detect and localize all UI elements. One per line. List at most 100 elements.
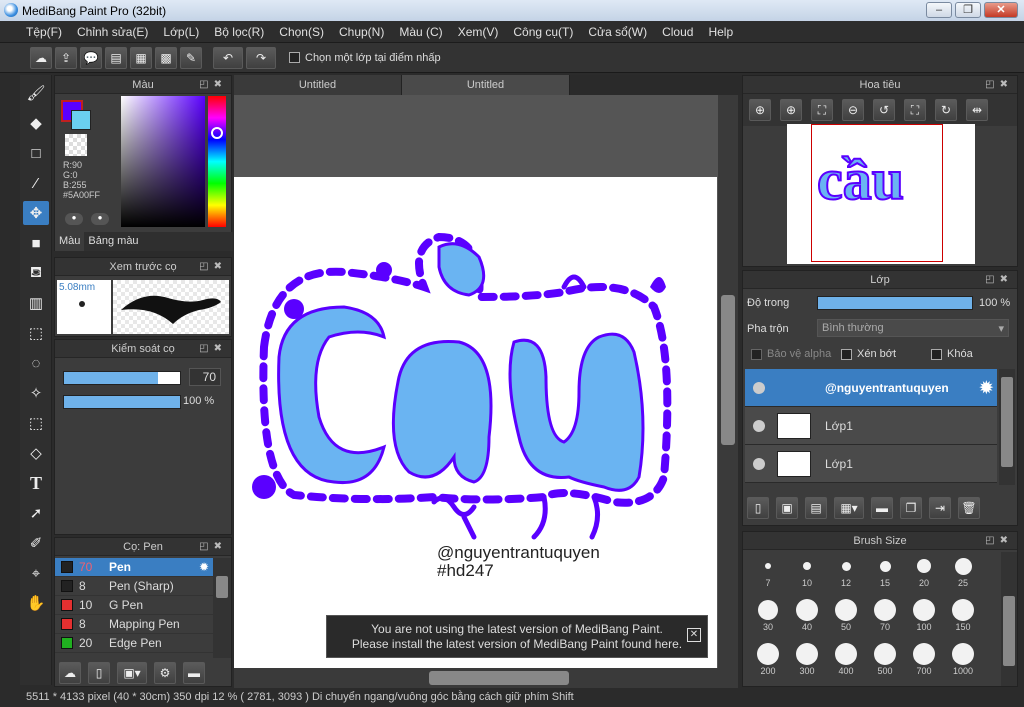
brush-item[interactable]: 20 Edge Pen [55, 634, 213, 653]
navigator-thumbnail[interactable]: cầu [787, 124, 975, 264]
flip-icon[interactable]: ⇹ [966, 99, 988, 121]
brush-size-option[interactable]: 20 [907, 554, 941, 588]
brush-size-option[interactable]: 7 [751, 554, 785, 588]
brush-size-option[interactable]: 12 [829, 554, 863, 588]
zoom-plus-icon[interactable]: ⊕ [780, 99, 802, 121]
canvas-area[interactable]: @nguyentrantuquyen #hd247 [234, 95, 728, 668]
tab-untitled-1[interactable]: Untitled [234, 75, 402, 95]
select-layer-on-click-option[interactable]: Chọn một lớp tại điểm nhấp [289, 52, 441, 64]
lasso-icon[interactable]: ◌ [23, 351, 49, 375]
new-8bit-layer-icon[interactable]: ▤ [805, 497, 827, 519]
rectangle-tool-icon[interactable]: □ [23, 141, 49, 165]
brush-cloud-icon[interactable]: ☁ [59, 662, 81, 684]
brush-size-option[interactable]: 400 [829, 642, 863, 676]
panel-buttons[interactable]: ◰✖ [199, 258, 227, 276]
layer-item[interactable]: Lớp1 [745, 445, 997, 483]
select-pen-icon[interactable]: ⬚ [23, 411, 49, 435]
menu-cloud[interactable]: Cloud [662, 25, 693, 39]
brush-settings-icon[interactable]: ⚙ [154, 662, 176, 684]
panel-buttons[interactable]: ◰✖ [985, 76, 1013, 94]
panel-buttons[interactable]: ◰✖ [199, 340, 227, 358]
eraser-tool-icon[interactable]: ◆ [23, 111, 49, 135]
menu-window[interactable]: Cửa sổ(W) [588, 25, 647, 39]
brush-size-option[interactable]: 50 [829, 598, 863, 632]
layer-settings-gear-icon[interactable]: ✹ [980, 378, 993, 398]
edit-icon[interactable]: ✎ [180, 46, 202, 69]
protect-alpha-option[interactable]: Bảo vệ alpha [751, 348, 831, 360]
canvas-vertical-scrollbar[interactable] [718, 95, 738, 668]
new-folder-icon[interactable]: ▬ [871, 497, 893, 519]
brush-item[interactable]: 8 Pen (Sharp) [55, 577, 213, 596]
divide-tool-icon[interactable]: ✐ [23, 531, 49, 555]
magic-wand-icon[interactable]: ✧ [23, 381, 49, 405]
lock-option[interactable]: Khóa [931, 348, 973, 360]
secondary-color-swatch[interactable] [71, 110, 91, 130]
select-rectangle-icon[interactable]: ⬚ [23, 321, 49, 345]
brush-item[interactable]: 10 G Pen [55, 596, 213, 615]
transparent-swatch[interactable] [65, 134, 87, 156]
brush-size-slider[interactable] [63, 371, 181, 385]
layer-scrollbar[interactable] [999, 369, 1015, 485]
undo-icon[interactable]: ↶ [213, 46, 243, 69]
brush-opacity-slider[interactable] [63, 395, 181, 409]
brush-size-option[interactable]: 25 [946, 554, 980, 588]
comment-icon[interactable]: 💬 [80, 46, 102, 69]
saturation-value-picker[interactable] [121, 96, 205, 227]
tab-color[interactable]: Màu [55, 232, 85, 251]
hue-slider[interactable] [208, 96, 226, 227]
brush-size-option[interactable]: 500 [868, 642, 902, 676]
brush-size-option[interactable]: 1000 [946, 642, 980, 676]
chat-icon[interactable]: ▤ [105, 46, 127, 69]
eyedropper-icon[interactable]: ⌖ [23, 561, 49, 585]
brush-size-option[interactable]: 200 [751, 642, 785, 676]
grid-icon[interactable]: ▩ [155, 46, 177, 69]
panel-buttons[interactable]: ◰✖ [199, 538, 227, 556]
dot-tool-icon[interactable]: ⁄ [23, 171, 49, 195]
zoom-in-icon[interactable]: ⊕ [749, 99, 771, 121]
menu-view[interactable]: Xem(V) [458, 25, 499, 39]
add-brush-icon[interactable]: ▣▾ [117, 662, 147, 684]
brush-tool-icon[interactable]: 🖌 [23, 81, 49, 105]
new-halftone-layer-icon[interactable]: ▣ [776, 497, 798, 519]
brush-size-option[interactable]: 150 [946, 598, 980, 632]
hue-handle[interactable] [211, 127, 223, 139]
fill-rectangle-tool-icon[interactable]: ■ [23, 231, 49, 255]
menu-layer[interactable]: Lớp(L) [163, 25, 199, 39]
brush-size-option[interactable]: 30 [751, 598, 785, 632]
brush-size-option[interactable]: 15 [868, 554, 902, 588]
gradient-tool-icon[interactable]: ▥ [23, 291, 49, 315]
menu-snap[interactable]: Chụp(N) [339, 25, 384, 39]
blend-mode-select[interactable]: Bình thường ▾ [817, 319, 1009, 337]
reset-view-icon[interactable]: ⛶ [904, 99, 926, 121]
cloud-icon[interactable]: ☁ [30, 46, 52, 69]
select-layer-checkbox[interactable] [289, 52, 300, 63]
delete-layer-icon[interactable]: 🗑 [958, 497, 980, 519]
fit-icon[interactable]: ⛶ [811, 99, 833, 121]
layer-opacity-slider[interactable] [817, 296, 973, 310]
brush-size-value[interactable]: 70 [189, 368, 221, 386]
canvas-horizontal-scrollbar[interactable] [234, 668, 738, 688]
brush-size-option[interactable]: 700 [907, 642, 941, 676]
menu-tools[interactable]: Công cụ(T) [513, 25, 573, 39]
menu-select[interactable]: Chọn(S) [279, 25, 324, 39]
brush-size-scrollbar[interactable] [1001, 552, 1017, 686]
panel-buttons[interactable]: ◰✖ [985, 532, 1013, 550]
menu-filter[interactable]: Bộ lọc(R) [214, 25, 264, 39]
select-eraser-icon[interactable]: ◇ [23, 441, 49, 465]
palette-icon[interactable]: ● [65, 213, 83, 225]
menu-edit[interactable]: Chỉnh sửa(E) [77, 25, 148, 39]
operation-tool-icon[interactable]: ➚ [23, 501, 49, 525]
notice-close-icon[interactable]: ✕ [687, 628, 701, 642]
brush-size-option[interactable]: 70 [868, 598, 902, 632]
tab-palette[interactable]: Bảng màu [84, 232, 142, 251]
maximize-button[interactable]: ❐ [955, 2, 981, 18]
text-tool-icon[interactable]: T [23, 471, 49, 495]
document-icon[interactable]: ▦ [130, 46, 152, 69]
brush-size-option[interactable]: 10 [790, 554, 824, 588]
add-layer-menu-icon[interactable]: ▦▾ [834, 497, 864, 519]
rotate-right-icon[interactable]: ↻ [935, 99, 957, 121]
brush-size-option[interactable]: 40 [790, 598, 824, 632]
panel-buttons[interactable]: ◰✖ [199, 76, 227, 94]
menu-help[interactable]: Help [708, 25, 733, 39]
move-tool-icon[interactable]: ✥ [23, 201, 49, 225]
